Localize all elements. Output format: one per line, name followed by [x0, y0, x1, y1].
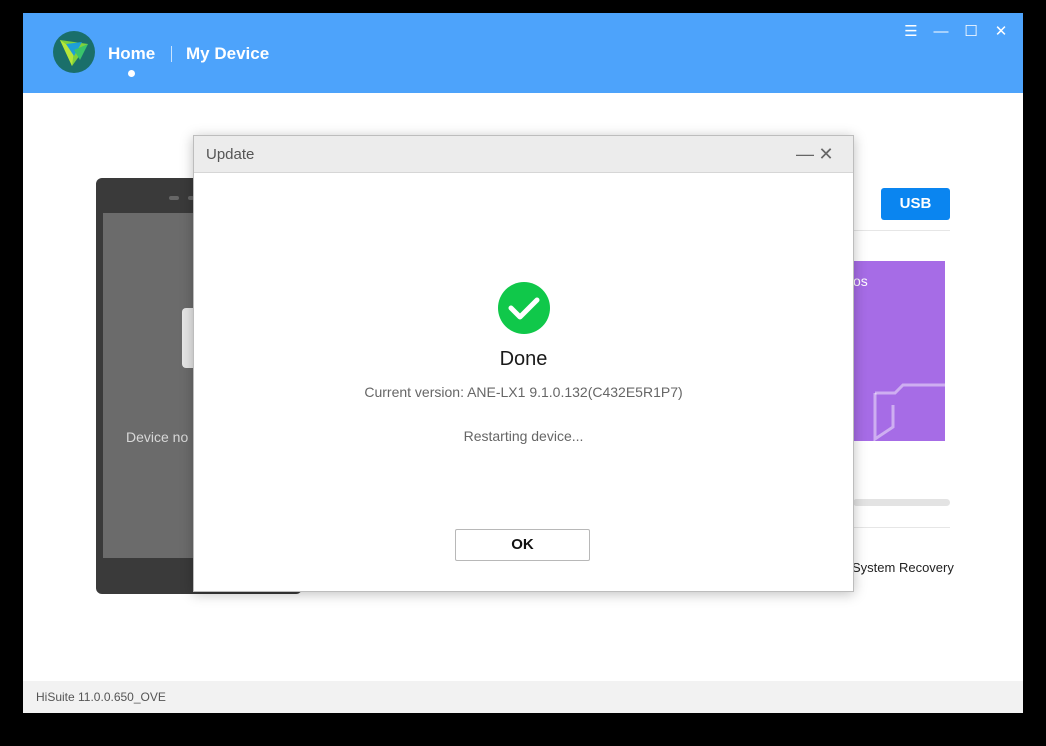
nav-tab-home[interactable]: Home: [108, 44, 155, 64]
hisuite-logo-icon: [52, 30, 96, 74]
storage-progress-bar: [853, 499, 950, 506]
device-status-text: Device no: [126, 429, 189, 445]
dialog-title: Update: [206, 146, 255, 163]
status-bar: HiSuite 11.0.0.650_OVE: [23, 681, 1023, 713]
dialog-minimize-icon[interactable]: —: [794, 142, 816, 166]
divider: [853, 230, 950, 231]
menu-icon[interactable]: ☰: [900, 21, 922, 43]
system-recovery-link[interactable]: System Recovery: [852, 560, 954, 575]
current-version-text: Current version: ANE-LX1 9.1.0.132(C432E…: [364, 384, 683, 400]
dialog-close-icon[interactable]: ✕: [815, 142, 837, 166]
feature-card-label: os: [853, 273, 868, 289]
status-title: Done: [499, 348, 548, 370]
app-version-text: HiSuite 11.0.0.650_OVE: [36, 690, 166, 704]
nav-separator: [171, 46, 172, 62]
progress-status-text: Restarting device...: [463, 428, 584, 444]
phone-speaker: [169, 196, 179, 200]
feature-card[interactable]: os: [853, 261, 945, 441]
usb-button[interactable]: USB: [881, 188, 950, 220]
minimize-icon[interactable]: —: [930, 21, 952, 43]
dialog-titlebar[interactable]: Update — ✕: [194, 136, 853, 173]
success-checkmark-icon: [497, 281, 551, 335]
nav-tab-my-device[interactable]: My Device: [186, 44, 269, 64]
divider: [853, 527, 950, 528]
hisuite-window: Home My Device ☰ — ☐ ✕ Device no USB os …: [23, 13, 1023, 713]
folder-outline-icon: [873, 383, 945, 441]
update-dialog: Update — ✕ Done Current version: ANE-LX1…: [193, 135, 854, 592]
active-tab-indicator: [128, 70, 135, 77]
ok-button[interactable]: OK: [455, 529, 590, 561]
maximize-icon[interactable]: ☐: [960, 21, 982, 43]
close-icon[interactable]: ✕: [990, 21, 1012, 43]
app-header: Home My Device ☰ — ☐ ✕: [23, 13, 1023, 93]
